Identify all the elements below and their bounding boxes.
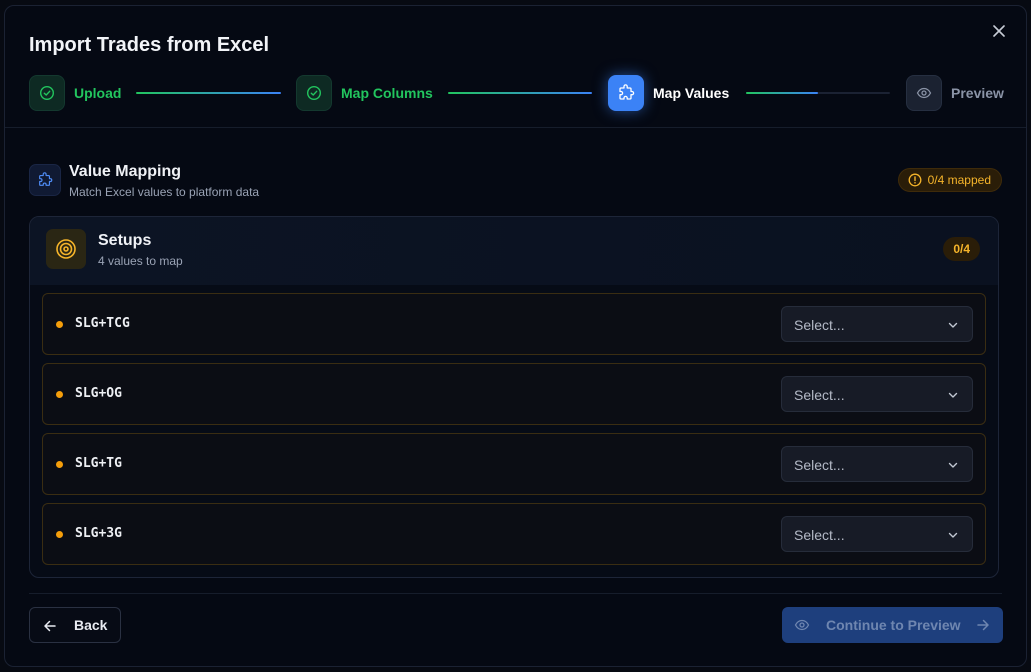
step-connector (136, 92, 281, 94)
step-connector-progress (746, 92, 818, 94)
step-label-upload: Upload (74, 85, 122, 101)
chevron-down-icon (948, 322, 958, 328)
back-button-label: Back (74, 617, 108, 633)
value-select[interactable]: Select... (781, 516, 973, 552)
step-label-preview: Preview (951, 85, 1004, 101)
puzzle-icon (29, 164, 61, 196)
setups-header: Setups 4 values to map 0/4 (30, 217, 998, 285)
unmapped-dot (56, 461, 63, 468)
value-select[interactable]: Select... (781, 446, 973, 482)
step-map-columns[interactable]: Map Columns (296, 74, 433, 112)
step-label-map-values: Map Values (653, 85, 730, 101)
alert-circle-icon (908, 173, 922, 187)
back-button[interactable]: Back (29, 607, 121, 643)
arrow-right-icon (977, 619, 989, 631)
dialog-title: Import Trades from Excel (29, 34, 270, 56)
step-label-map-columns: Map Columns (341, 85, 433, 101)
chevron-down-icon (948, 462, 958, 468)
continue-button-label: Continue to Preview (826, 617, 961, 633)
setups-subtitle: 4 values to map (98, 254, 183, 268)
import-dialog: Import Trades from Excel Upload Map Colu… (4, 5, 1027, 667)
step-connector (746, 92, 890, 94)
step-connector (448, 92, 592, 94)
footer-divider (29, 593, 1002, 594)
check-circle-icon (296, 75, 332, 111)
select-placeholder: Select... (794, 317, 845, 333)
excel-value: SLG+OG (75, 386, 122, 401)
eye-icon (906, 75, 942, 111)
setups-card: Setups 4 values to map 0/4 SLG+TCG Selec… (29, 216, 999, 578)
value-mapping-subtitle: Match Excel values to platform data (69, 185, 260, 199)
value-select[interactable]: Select... (781, 376, 973, 412)
check-circle-icon (29, 75, 65, 111)
mapping-row: SLG+OG Select... (42, 363, 986, 425)
setups-count-badge: 0/4 (943, 237, 980, 261)
step-upload[interactable]: Upload (29, 74, 121, 112)
select-placeholder: Select... (794, 387, 845, 403)
mapping-row: SLG+TCG Select... (42, 293, 986, 355)
header-divider (5, 127, 1026, 128)
eye-icon (794, 619, 810, 631)
chevron-down-icon (948, 392, 958, 398)
setups-title: Setups (98, 232, 152, 249)
chevron-down-icon (948, 532, 958, 538)
close-icon (993, 25, 1005, 37)
excel-value: SLG+3G (75, 526, 122, 541)
unmapped-dot (56, 321, 63, 328)
excel-value: SLG+TCG (75, 316, 130, 331)
arrow-left-icon (44, 620, 56, 632)
select-placeholder: Select... (794, 527, 845, 543)
continue-to-preview-button[interactable]: Continue to Preview (782, 607, 1003, 643)
close-button[interactable] (990, 22, 1008, 40)
select-placeholder: Select... (794, 457, 845, 473)
value-select[interactable]: Select... (781, 306, 973, 342)
excel-value: SLG+TG (75, 456, 122, 471)
step-preview[interactable]: Preview (906, 74, 1004, 112)
target-icon (46, 229, 86, 269)
stepper: Upload Map Columns Map Values Preview (29, 74, 1009, 112)
mapping-row: SLG+TG Select... (42, 433, 986, 495)
mapping-row: SLG+3G Select... (42, 503, 986, 565)
mapped-status-badge: 0/4 mapped (897, 168, 1002, 192)
unmapped-dot (56, 531, 63, 538)
step-map-values[interactable]: Map Values (608, 74, 729, 112)
value-mapping-title: Value Mapping (69, 163, 182, 180)
puzzle-icon (608, 75, 644, 111)
unmapped-dot (56, 391, 63, 398)
mapped-status-text: 0/4 mapped (927, 173, 991, 187)
